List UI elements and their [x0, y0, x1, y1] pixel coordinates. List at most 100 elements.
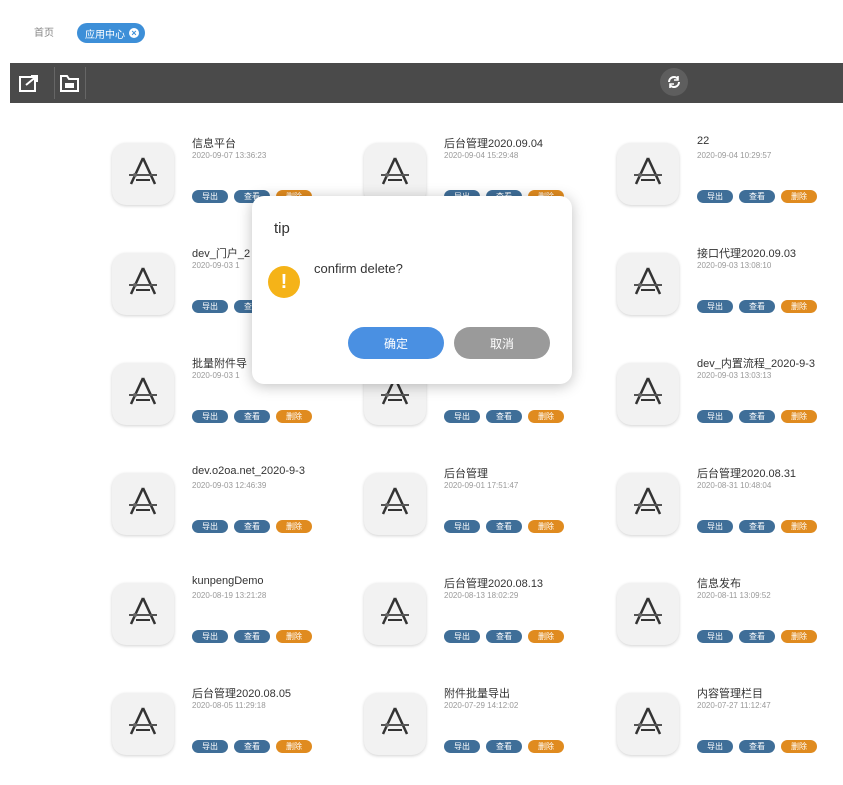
export-app-button[interactable]: 导出: [192, 410, 228, 423]
delete-app-button[interactable]: 删除: [781, 630, 817, 643]
delete-app-button[interactable]: 删除: [276, 410, 312, 423]
view-app-button[interactable]: 查看: [739, 740, 775, 753]
confirm-button[interactable]: 确定: [348, 327, 444, 359]
export-app-button[interactable]: 导出: [444, 410, 480, 423]
app-card[interactable]: 后台管理2020.08.05 2020-08-05 11:29:18 导出 查看 删除: [112, 685, 352, 785]
app-name[interactable]: kunpengDemo: [192, 575, 264, 587]
app-card[interactable]: 后台管理2020.08.13 2020-08-13 18:02:29 导出 查看 删除: [364, 575, 604, 675]
app-name[interactable]: 后台管理2020.08.31: [697, 465, 796, 481]
export-app-button[interactable]: 导出: [697, 630, 733, 643]
export-app-button[interactable]: 导出: [192, 300, 228, 313]
app-name[interactable]: 信息发布: [697, 575, 741, 591]
app-icon[interactable]: [364, 473, 426, 535]
export-app-button[interactable]: 导出: [697, 190, 733, 203]
app-icon[interactable]: [112, 363, 174, 425]
app-icon[interactable]: [112, 583, 174, 645]
app-name[interactable]: 附件批量导出: [444, 685, 510, 701]
app-name[interactable]: 22: [697, 135, 709, 147]
app-name[interactable]: 信息平台: [192, 135, 236, 151]
view-app-button[interactable]: 查看: [234, 740, 270, 753]
app-card[interactable]: 附件批量导出 2020-07-29 14:12:02 导出 查看 删除: [364, 685, 604, 785]
export-app-button[interactable]: 导出: [444, 630, 480, 643]
export-app-button[interactable]: 导出: [697, 300, 733, 313]
export-app-button[interactable]: 导出: [697, 410, 733, 423]
view-app-button[interactable]: 查看: [739, 520, 775, 533]
delete-app-button[interactable]: 删除: [528, 630, 564, 643]
delete-app-button[interactable]: 删除: [528, 740, 564, 753]
app-name[interactable]: 内容管理栏目: [697, 685, 763, 701]
view-app-button[interactable]: 查看: [234, 630, 270, 643]
app-icon[interactable]: [364, 693, 426, 755]
export-app-button[interactable]: 导出: [192, 630, 228, 643]
refresh-icon: [668, 76, 680, 88]
delete-app-button[interactable]: 删除: [276, 740, 312, 753]
import-button[interactable]: [54, 67, 86, 99]
view-app-button[interactable]: 查看: [486, 740, 522, 753]
view-app-button[interactable]: 查看: [234, 520, 270, 533]
app-actions: 导出查看删除: [444, 520, 564, 533]
delete-app-button[interactable]: 删除: [276, 520, 312, 533]
export-app-button[interactable]: 导出: [697, 520, 733, 533]
app-icon[interactable]: [112, 693, 174, 755]
view-app-button[interactable]: 查看: [739, 190, 775, 203]
export-app-button[interactable]: 导出: [192, 520, 228, 533]
app-name[interactable]: dev_内置流程_2020-9-3: [697, 355, 815, 371]
app-icon[interactable]: [617, 253, 679, 315]
export-button[interactable]: [14, 67, 46, 99]
view-app-button[interactable]: 查看: [739, 410, 775, 423]
app-icon[interactable]: [617, 363, 679, 425]
app-card[interactable]: dev_内置流程_2020-9-3 2020-09-03 13:03:13 导出 查看…: [617, 355, 843, 455]
delete-app-button[interactable]: 删除: [528, 410, 564, 423]
tab-app-center[interactable]: 应用中心 ×: [77, 23, 145, 43]
view-app-button[interactable]: 查看: [486, 630, 522, 643]
dialog-message: confirm delete?: [314, 261, 403, 276]
app-date: 2020-08-13 18:02:29: [444, 591, 519, 600]
app-icon[interactable]: [112, 143, 174, 205]
app-card[interactable]: dev.o2oa.net_2020-9-3 2020-09-03 12:46:39…: [112, 465, 352, 565]
app-icon[interactable]: [617, 693, 679, 755]
app-name[interactable]: 后台管理2020.09.04: [444, 135, 543, 151]
app-card[interactable]: 后台管理 2020-09-01 17:51:47 导出 查看 删除: [364, 465, 604, 565]
app-name[interactable]: dev.o2oa.net_2020-9-3: [192, 465, 305, 477]
app-card[interactable]: 信息发布 2020-08-11 13:09:52 导出 查看 删除: [617, 575, 843, 675]
app-card[interactable]: 后台管理2020.08.31 2020-08-31 10:48:04 导出 查看 删除: [617, 465, 843, 565]
app-name[interactable]: 批量附件导: [192, 355, 247, 371]
app-name[interactable]: 后台管理2020.08.13: [444, 575, 543, 591]
delete-app-button[interactable]: 删除: [781, 410, 817, 423]
cancel-button[interactable]: 取消: [454, 327, 550, 359]
app-icon[interactable]: [617, 143, 679, 205]
app-name[interactable]: 接口代理2020.09.03: [697, 245, 796, 261]
app-name[interactable]: dev_门户_2: [192, 245, 250, 261]
view-app-button[interactable]: 查看: [739, 300, 775, 313]
app-name[interactable]: 后台管理2020.08.05: [192, 685, 291, 701]
view-app-button[interactable]: 查看: [486, 410, 522, 423]
delete-app-button[interactable]: 删除: [276, 630, 312, 643]
app-card[interactable]: 22 2020-09-04 10:29:57 导出 查看 删除: [617, 135, 843, 235]
export-app-button[interactable]: 导出: [192, 190, 228, 203]
delete-app-button[interactable]: 删除: [528, 520, 564, 533]
app-date: 2020-07-29 14:12:02: [444, 701, 519, 710]
export-app-button[interactable]: 导出: [697, 740, 733, 753]
tab-home[interactable]: 首页: [34, 24, 54, 39]
view-app-button[interactable]: 查看: [486, 520, 522, 533]
export-app-button[interactable]: 导出: [444, 520, 480, 533]
delete-app-button[interactable]: 删除: [781, 190, 817, 203]
app-icon[interactable]: [364, 583, 426, 645]
app-card[interactable]: 内容管理栏目 2020-07-27 11:12:47 导出 查看 删除: [617, 685, 843, 785]
app-card[interactable]: kunpengDemo 2020-08-19 13:21:28 导出 查看 删除: [112, 575, 352, 675]
app-icon[interactable]: [617, 473, 679, 535]
delete-app-button[interactable]: 删除: [781, 740, 817, 753]
app-card[interactable]: 接口代理2020.09.03 2020-09-03 13:08:10 导出 查看 删除: [617, 245, 843, 345]
app-icon[interactable]: [617, 583, 679, 645]
view-app-button[interactable]: 查看: [739, 630, 775, 643]
delete-app-button[interactable]: 删除: [781, 300, 817, 313]
delete-app-button[interactable]: 删除: [781, 520, 817, 533]
app-icon[interactable]: [112, 473, 174, 535]
refresh-button[interactable]: [660, 68, 688, 96]
app-name[interactable]: 后台管理: [444, 465, 488, 481]
export-app-button[interactable]: 导出: [444, 740, 480, 753]
view-app-button[interactable]: 查看: [234, 410, 270, 423]
app-icon[interactable]: [112, 253, 174, 315]
close-icon[interactable]: ×: [129, 28, 139, 38]
export-app-button[interactable]: 导出: [192, 740, 228, 753]
